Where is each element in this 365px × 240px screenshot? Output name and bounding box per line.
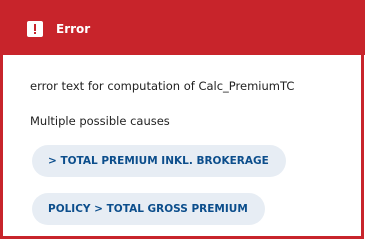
dialog-title: Error — [56, 22, 91, 36]
dialog-header: Error — [0, 0, 365, 55]
error-dialog: Error error text for computation of Calc… — [0, 0, 365, 239]
cause-button-total-premium-inkl-brokerage[interactable]: > TOTAL PREMIUM INKL. BROKERAGE — [32, 145, 286, 177]
cause-button-policy-total-gross-premium[interactable]: POLICY > TOTAL GROSS PREMIUM — [32, 193, 265, 225]
error-message: error text for computation of Calc_Premi… — [30, 79, 295, 93]
causes-label: Multiple possible causes — [30, 114, 170, 128]
exclamation-icon — [27, 21, 43, 37]
